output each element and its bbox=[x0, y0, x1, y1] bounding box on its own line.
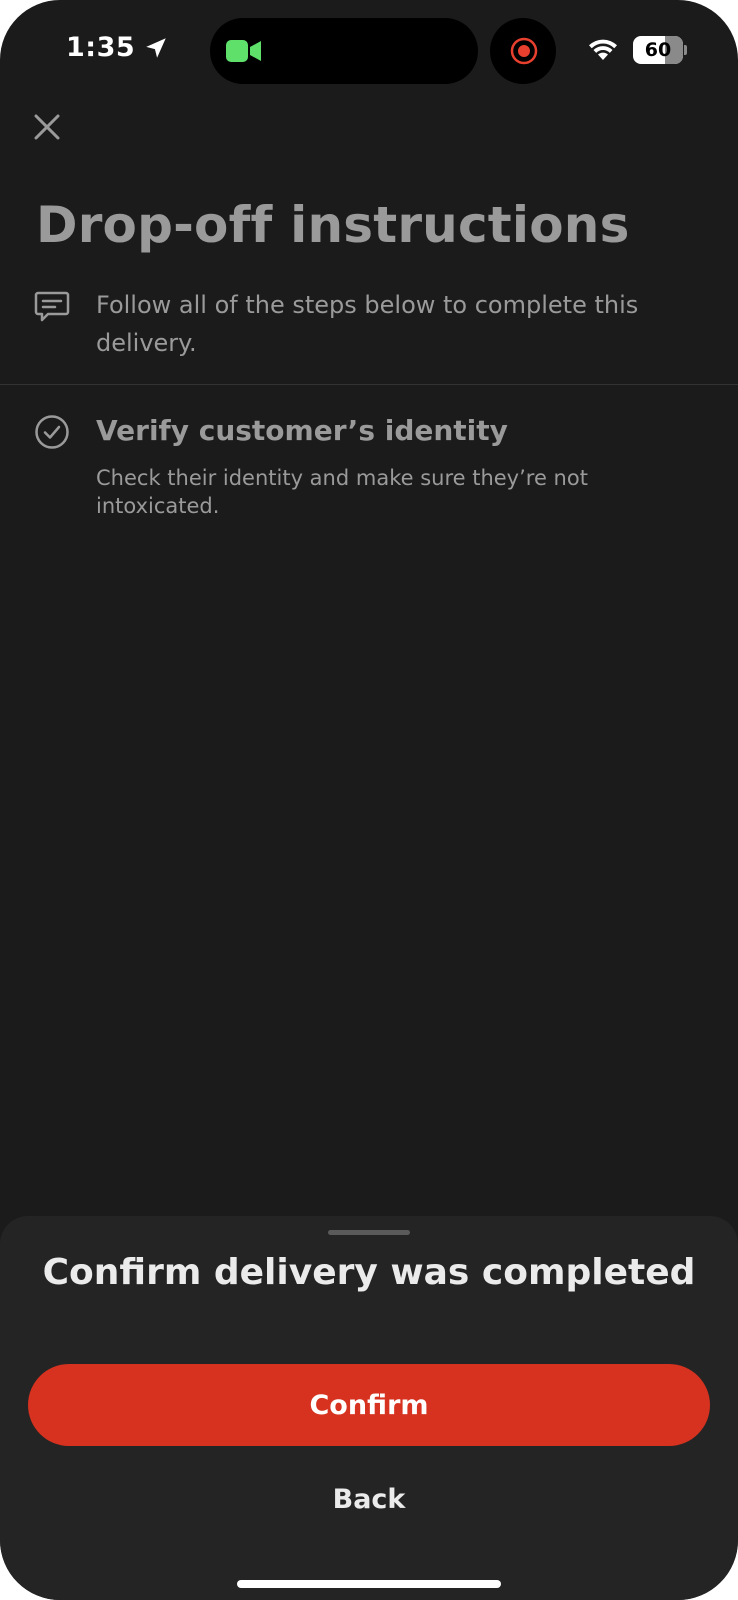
intro-text: Follow all of the steps below to complet… bbox=[96, 291, 639, 357]
step-description: Check their identity and make sure they’… bbox=[96, 466, 588, 518]
home-indicator bbox=[237, 1580, 501, 1588]
close-icon bbox=[34, 114, 60, 140]
location-arrow-icon bbox=[146, 37, 166, 58]
back-button[interactable]: Back bbox=[269, 1468, 469, 1530]
status-time: 1:35 bbox=[66, 32, 169, 63]
message-icon bbox=[34, 291, 70, 322]
close-button[interactable] bbox=[28, 108, 66, 146]
facetime-camera-icon bbox=[226, 40, 261, 62]
step-title: Verify customer’s identity bbox=[96, 414, 508, 447]
battery-icon: 60 bbox=[633, 36, 687, 64]
sheet-drag-handle[interactable] bbox=[328, 1230, 410, 1235]
sheet-title: Confirm delivery was completed bbox=[42, 1252, 696, 1293]
screen-record-icon bbox=[510, 37, 538, 65]
confirm-sheet: Confirm delivery was completed Confirm B… bbox=[0, 1216, 738, 1600]
status-time-label: 1:35 bbox=[66, 32, 136, 63]
page-title: Drop-off instructions bbox=[36, 196, 630, 254]
wifi-icon bbox=[589, 39, 617, 60]
divider bbox=[0, 384, 738, 385]
check-circle-icon bbox=[35, 415, 69, 449]
phone-screen: 1:35 60 Drop-off instructions Follow all… bbox=[0, 0, 738, 1600]
confirm-button[interactable]: Confirm bbox=[28, 1364, 710, 1446]
battery-level: 60 bbox=[644, 39, 672, 61]
